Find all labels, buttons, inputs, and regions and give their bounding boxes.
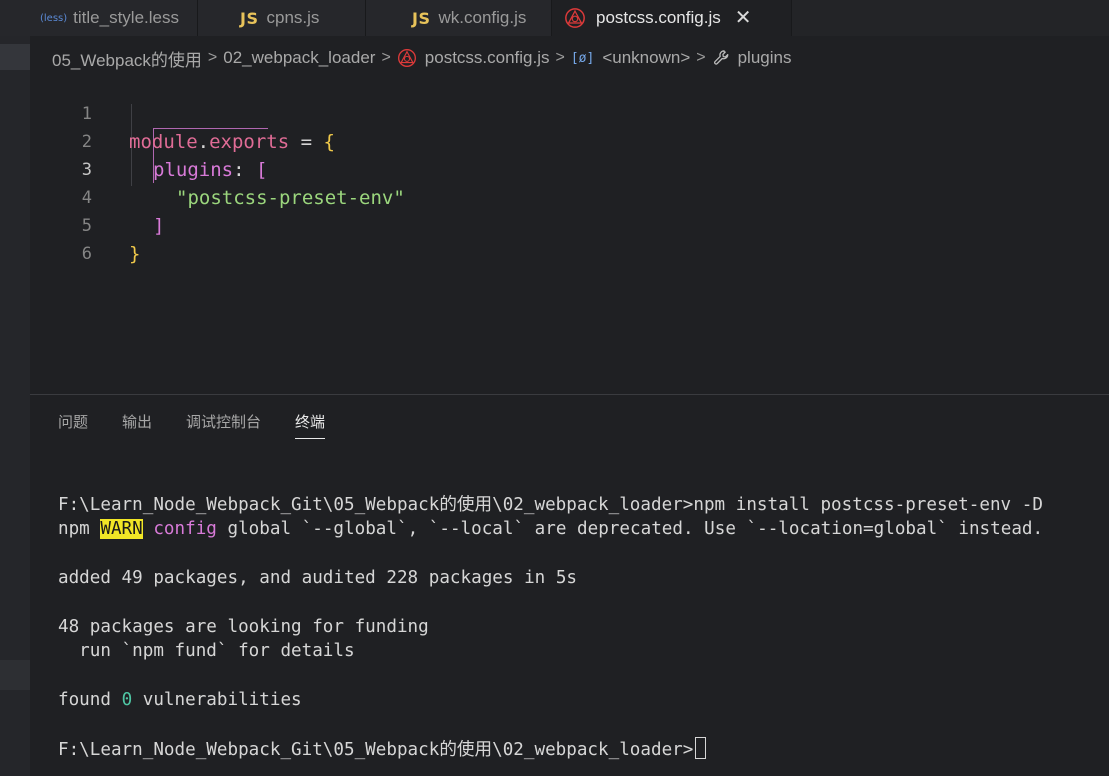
- tab-postcss-config-js[interactable]: postcss.config.js ✕: [552, 0, 792, 36]
- terminal-cursor: [695, 737, 707, 759]
- postcss-file-icon: [397, 49, 416, 67]
- breadcrumb-folder-webpack[interactable]: 05_Webpack的使用: [30, 46, 202, 71]
- activity-item[interactable]: [0, 44, 30, 70]
- terminal-line: found 0 vulnerabilities: [58, 690, 302, 710]
- code-editor[interactable]: 1 module.exports = { 2 plugins: [ 3 "pos…: [30, 72, 1109, 394]
- chevron-right-icon: >: [696, 49, 706, 66]
- code-text: }: [129, 243, 141, 265]
- line-number: 6: [81, 244, 92, 264]
- terminal-line: F:\Learn_Node_Webpack_Git\05_Webpack的使用\…: [58, 495, 1043, 515]
- postcss-file-icon: [565, 8, 585, 28]
- breadcrumb-symbol-plugins[interactable]: plugins: [712, 48, 792, 68]
- object-icon: [ø]: [570, 50, 595, 66]
- chevron-right-icon: >: [555, 49, 565, 66]
- wrench-icon: [713, 50, 728, 65]
- code-line: 5 }: [30, 184, 1109, 265]
- terminal-line: npm WARN config global `--global`, `--lo…: [58, 519, 1044, 539]
- breadcrumb-file-label: postcss.config.js: [424, 48, 550, 67]
- code-line: 2 plugins: [: [30, 100, 1109, 181]
- tab-label: postcss.config.js: [596, 8, 721, 27]
- activity-item[interactable]: [0, 660, 30, 690]
- terminal-prompt[interactable]: F:\Learn_Node_Webpack_Git\05_Webpack的使用\…: [58, 737, 707, 761]
- code-line: 1 module.exports = {: [30, 72, 1109, 153]
- bottom-panel: 问题 输出 调试控制台 终端 F:\Learn_Node_Webpack_Git…: [30, 394, 1109, 776]
- js-file-icon: JS: [412, 8, 431, 28]
- close-icon[interactable]: ✕: [735, 8, 752, 28]
- tab-label: title_style.less: [73, 8, 179, 27]
- breadcrumb-folder-loader[interactable]: 02_webpack_loader: [223, 48, 375, 68]
- terminal-line: run `npm fund` for details: [58, 641, 355, 661]
- terminal-line: added 49 packages, and audited 228 packa…: [58, 568, 578, 588]
- js-file-icon: JS: [240, 8, 259, 28]
- chevron-right-icon: >: [381, 49, 391, 66]
- editor-tab-bar: (less) title_style.less JS cpns.js JS wk…: [0, 0, 1109, 36]
- terminal-line: 48 packages are looking for funding: [58, 617, 429, 637]
- code-line: 3 "postcss-preset-env": [30, 128, 1109, 209]
- vscode-window: (less) title_style.less JS cpns.js JS wk…: [0, 0, 1109, 776]
- panel-tab-bar: 问题 输出 调试控制台 终端: [58, 411, 359, 439]
- tab-label: wk.config.js: [438, 8, 527, 27]
- breadcrumb-file[interactable]: postcss.config.js: [397, 48, 550, 68]
- breadcrumb: 05_Webpack的使用 > 02_webpack_loader > post…: [30, 44, 791, 72]
- tab-cpns-js[interactable]: JS cpns.js: [198, 0, 366, 36]
- breadcrumb-symbol-label: plugins: [737, 48, 792, 67]
- code-line: 4 ]: [30, 156, 1109, 237]
- code-line: 6: [30, 212, 1109, 264]
- tab-terminal[interactable]: 终端: [295, 411, 326, 439]
- warn-badge: WARN: [100, 519, 143, 539]
- tab-label: cpns.js: [266, 8, 320, 27]
- terminal-output[interactable]: F:\Learn_Node_Webpack_Git\05_Webpack的使用\…: [58, 493, 1098, 760]
- activity-bar: [0, 0, 30, 776]
- tab-problems[interactable]: 问题: [58, 411, 88, 439]
- breadcrumb-symbol-unknown[interactable]: [ø] <unknown>: [571, 48, 690, 68]
- tab-title-style-less[interactable]: (less) title_style.less: [0, 0, 198, 36]
- tab-wk-config-js[interactable]: JS wk.config.js: [366, 0, 552, 36]
- breadcrumb-symbol-label: <unknown>: [602, 48, 691, 67]
- tab-debug-console[interactable]: 调试控制台: [186, 411, 261, 439]
- chevron-right-icon: >: [207, 49, 218, 66]
- less-file-icon: (less): [40, 12, 68, 24]
- tab-output[interactable]: 输出: [122, 411, 152, 439]
